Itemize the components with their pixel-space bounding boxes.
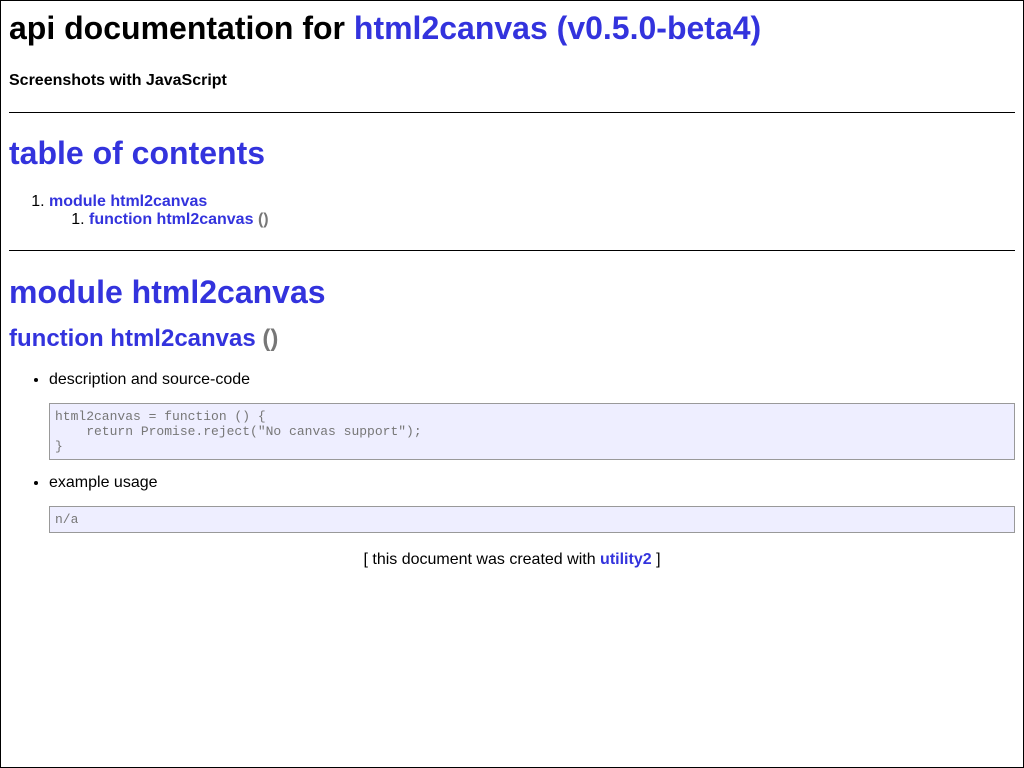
toc-function-signature: () (257, 211, 269, 228)
function-signature: () (262, 325, 279, 352)
toc-link-function-html2canvas[interactable]: function html2canvas () (89, 211, 269, 228)
page-title-prefix: api documentation for (9, 10, 345, 46)
source-code-block: html2canvas = function () { return Promi… (49, 403, 1015, 460)
footer-suffix: ] (656, 551, 661, 568)
toc-link-module-html2canvas[interactable]: module html2canvas (49, 193, 207, 210)
function-heading-link[interactable]: function html2canvas () (9, 325, 278, 352)
toc-heading: table of contents (9, 135, 266, 171)
function-name: function html2canvas (9, 325, 256, 352)
list-item: description and source-code html2canvas … (49, 371, 1015, 460)
module-heading-link[interactable]: module html2canvas (9, 274, 326, 310)
package-link[interactable]: html2canvas (v0.5.0-beta4) (354, 10, 761, 46)
toc-function-label: function html2canvas (89, 211, 254, 228)
divider (9, 250, 1015, 251)
description-label: description and source-code (49, 371, 251, 388)
footer-prefix: [ this document was created with (363, 551, 596, 568)
document-page: api documentation for html2canvas (v0.5.… (0, 0, 1024, 768)
footer: [ this document was created with utility… (9, 551, 1015, 569)
divider (9, 112, 1015, 113)
toc-item-function: function html2canvas () (89, 211, 1015, 229)
example-label: example usage (49, 474, 158, 491)
example-code-block: n/a (49, 506, 1015, 533)
function-details-list: description and source-code html2canvas … (9, 371, 1015, 533)
utility2-link[interactable]: utility2 (600, 551, 652, 568)
toc-sublist: function html2canvas () (49, 211, 1015, 229)
toc-list: module html2canvas function html2canvas … (9, 193, 1015, 229)
page-title: api documentation for html2canvas (v0.5.… (9, 1, 1015, 48)
list-item: example usage n/a (49, 474, 1015, 533)
toc-item-module: module html2canvas function html2canvas … (49, 193, 1015, 229)
module-heading: module html2canvas (9, 273, 1015, 311)
page-subtitle: Screenshots with JavaScript (9, 72, 227, 89)
function-heading: function html2canvas () (9, 325, 1015, 353)
